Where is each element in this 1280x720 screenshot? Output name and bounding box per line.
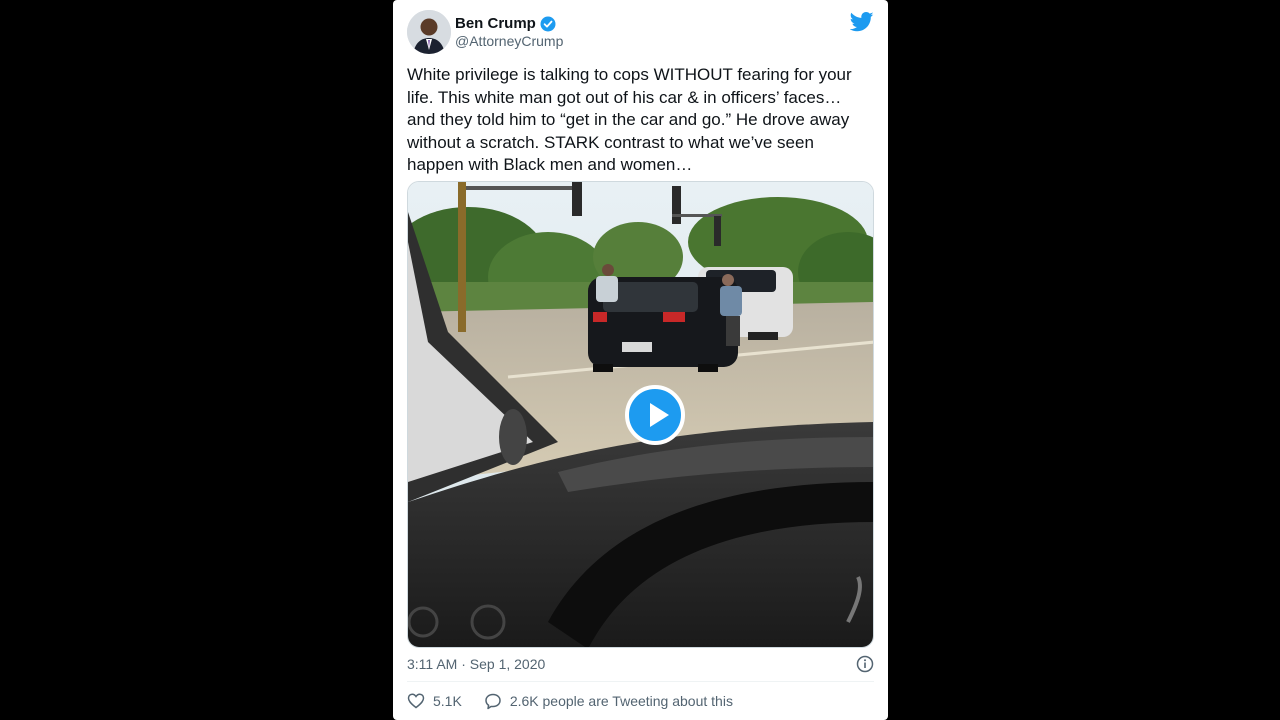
verified-badge-icon bbox=[540, 16, 556, 32]
tweeting-about-button[interactable]: 2.6K people are Tweeting about this bbox=[484, 692, 733, 710]
play-icon[interactable] bbox=[625, 385, 685, 445]
avatar[interactable] bbox=[407, 10, 451, 54]
video-player[interactable] bbox=[407, 181, 874, 648]
author-name[interactable]: Ben Crump bbox=[455, 15, 536, 32]
like-button[interactable]: 5.1K bbox=[407, 692, 462, 710]
like-count: 5.1K bbox=[433, 693, 462, 709]
tweet-card: Ben Crump @AttorneyCrump White privilege… bbox=[393, 0, 888, 720]
speech-bubble-icon bbox=[485, 693, 501, 710]
tweet-text: White privilege is talking to cops WITHO… bbox=[407, 65, 852, 174]
tweet-timestamp[interactable]: 3:11 AM · Sep 1, 2020 bbox=[407, 656, 545, 672]
divider bbox=[407, 681, 874, 682]
twitter-bird-icon[interactable] bbox=[849, 12, 874, 32]
author-handle[interactable]: @AttorneyCrump bbox=[455, 33, 563, 49]
tweet-header: Ben Crump @AttorneyCrump bbox=[407, 10, 874, 56]
tweeting-about-text: 2.6K people are Tweeting about this bbox=[509, 693, 733, 709]
tweet-actions: 5.1K 2.6K people are Tweeting about this bbox=[407, 692, 733, 710]
info-icon[interactable] bbox=[856, 655, 874, 673]
heart-icon bbox=[407, 693, 425, 709]
